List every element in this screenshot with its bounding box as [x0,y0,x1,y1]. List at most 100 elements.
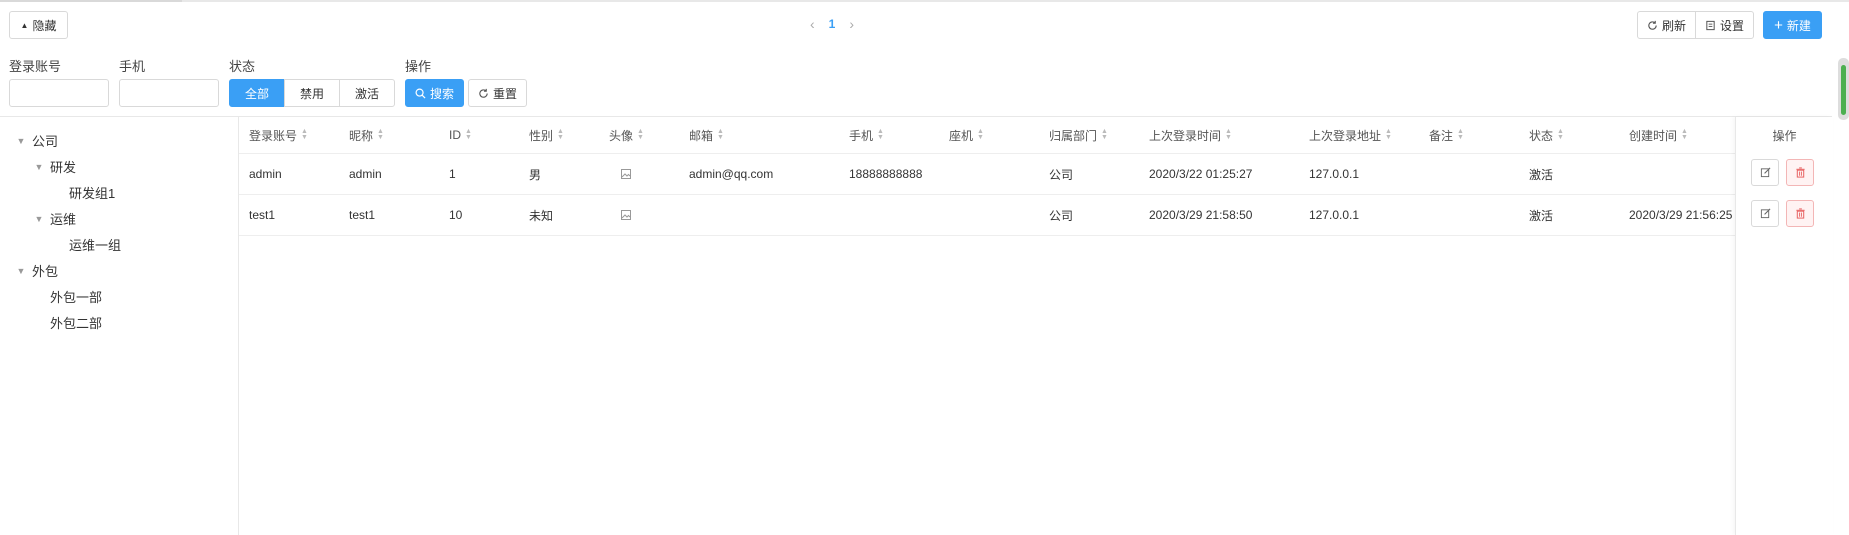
status-all[interactable]: 全部 [229,79,285,107]
column-header-label: 归属部门 [1049,128,1098,143]
top-border [0,0,1849,2]
tree-node-ops-group1[interactable]: 运维一组 [69,235,121,254]
col-last-login-ip-header[interactable]: 上次登录地址 ▲ ▼ [1309,117,1392,153]
search-button[interactable]: 搜索 [405,79,464,107]
table-bottom-border [239,235,1736,237]
edit-icon [1760,167,1770,178]
col-status-cell: 激活 [1529,167,1554,182]
col-department-cell: 公司 [1049,167,1074,182]
refresh-icon [1648,20,1657,30]
sort-icon[interactable]: ▲ ▼ [977,128,984,141]
col-created-time-header[interactable]: 创建时间 ▲ ▼ [1629,117,1688,153]
tree-node-dev-group1[interactable]: 研发组1 [69,183,115,202]
col-last-login-time-cell: 2020/3/22 01:25:27 [1149,167,1253,181]
settings-button[interactable]: 设置 [1695,11,1754,39]
trash-icon [1795,167,1805,178]
sort-icon[interactable]: ▲ ▼ [1101,128,1108,141]
sort-icon[interactable]: ▲ ▼ [377,128,384,141]
refresh-button[interactable]: 刷新 [1637,11,1696,39]
scrollbar-thumb[interactable] [1841,65,1846,115]
column-header-label: 登录账号 [249,128,298,143]
prev-page-icon[interactable]: ‹ [810,16,815,32]
tree-node-outsource1[interactable]: 外包一部 [50,287,102,306]
edit-button[interactable] [1751,159,1779,186]
column-header-label: 上次登录地址 [1309,128,1382,143]
reset-icon [479,88,488,98]
caret-down-icon[interactable]: ▼ [16,136,26,146]
sort-icon[interactable]: ▲ ▼ [301,128,308,141]
sort-icon[interactable]: ▲ ▼ [1457,128,1464,141]
image-placeholder-icon [621,169,631,179]
image-placeholder-icon [621,210,631,220]
caret-down-icon[interactable]: ▼ [34,162,44,172]
column-header-label: 昵称 [349,128,374,143]
operations-column: 操作 [1735,117,1833,535]
status-active[interactable]: 激活 [339,79,395,107]
status-label: 状态 [229,59,256,74]
col-landline-header[interactable]: 座机 ▲ ▼ [949,117,984,153]
column-header-label: 状态 [1529,128,1554,143]
caret-down-icon[interactable]: ▼ [16,266,26,276]
sort-icon[interactable]: ▲ ▼ [717,128,724,141]
col-nickname-cell: admin [349,167,382,181]
col-email-header[interactable]: 邮箱 ▲ ▼ [689,117,724,153]
sort-icon[interactable]: ▲ ▼ [1681,128,1688,141]
delete-button[interactable] [1786,159,1814,186]
col-id-header[interactable]: ID ▲ ▼ [449,117,472,153]
account-label: 登录账号 [9,59,62,74]
col-gender-cell: 男 [529,167,542,182]
hide-button[interactable]: ▲ 隐藏 [9,11,68,39]
sort-icon[interactable]: ▲ ▼ [1385,128,1392,141]
sort-icon[interactable]: ▲ ▼ [1225,128,1232,141]
new-button[interactable]: + 新建 [1763,11,1822,39]
edit-button[interactable] [1751,200,1779,227]
col-last-login-time-header[interactable]: 上次登录时间 ▲ ▼ [1149,117,1232,153]
account-input[interactable] [9,79,109,107]
status-disabled[interactable]: 禁用 [284,79,340,107]
search-icon [415,88,426,99]
caret-down-icon[interactable]: ▼ [34,214,44,224]
tree-node-outsource[interactable]: ▼ 外包 [16,261,58,280]
col-account-header[interactable]: 登录账号 ▲ ▼ [249,117,308,153]
plus-icon: + [1774,16,1783,34]
phone-input[interactable] [119,79,219,107]
tree-node-company[interactable]: ▼ 公司 [16,131,58,150]
col-avatar-header[interactable]: 头像 ▲ ▼ [609,117,644,153]
caret-up-icon: ▲ [20,20,29,30]
column-header-label: 创建时间 [1629,128,1678,143]
reset-button[interactable]: 重置 [468,79,527,107]
tree-node-ops[interactable]: ▼ 运维 [34,209,76,228]
current-page[interactable]: 1 [829,17,836,31]
phone-label: 手机 [119,59,146,74]
department-tree: ▼ 公司 ▼ 研发 研发组1 ▼ 运维 运维一组 ▼ 外包 外包一部 外包二部 [0,117,239,535]
column-header-label: ID [449,128,461,142]
sort-icon[interactable]: ▲ ▼ [557,128,564,141]
col-gender-header[interactable]: 性别 ▲ ▼ [529,117,564,153]
sort-icon[interactable]: ▲ ▼ [637,128,644,141]
delete-button[interactable] [1786,200,1814,227]
column-header-label: 头像 [609,128,634,143]
sort-icon[interactable]: ▲ ▼ [1557,128,1564,141]
table-row[interactable]: admin admin 1 男 admin@qq.com 18888888888 公司 202… [239,153,1736,194]
table-row[interactable]: test1 test1 10 未知 公司 2020/3/29 21:58:50 127.0.… [239,194,1736,235]
col-email-cell: admin@qq.com [689,167,774,181]
col-last-login-time-cell: 2020/3/29 21:58:50 [1149,208,1253,222]
col-account-cell: admin [249,167,282,181]
tree-node-outsource2[interactable]: 外包二部 [50,313,102,332]
column-header-label: 上次登录时间 [1149,128,1222,143]
column-header-label: 性别 [529,128,554,143]
sort-icon[interactable]: ▲ ▼ [465,128,472,141]
next-page-icon[interactable]: › [849,16,854,32]
trash-icon [1795,208,1805,219]
tree-node-dev[interactable]: ▼ 研发 [34,157,76,176]
col-status-header[interactable]: 状态 ▲ ▼ [1529,117,1564,153]
col-avatar-cell [621,154,631,194]
col-phone-header[interactable]: 手机 ▲ ▼ [849,117,884,153]
sort-icon[interactable]: ▲ ▼ [877,128,884,141]
col-department-header[interactable]: 归属部门 ▲ ▼ [1049,117,1108,153]
col-id-cell: 1 [449,167,456,181]
col-nickname-header[interactable]: 昵称 ▲ ▼ [349,117,384,153]
operations-header: 操作 [1772,128,1797,143]
col-remark-header[interactable]: 备注 ▲ ▼ [1429,117,1464,153]
col-phone-cell: 18888888888 [849,167,923,181]
